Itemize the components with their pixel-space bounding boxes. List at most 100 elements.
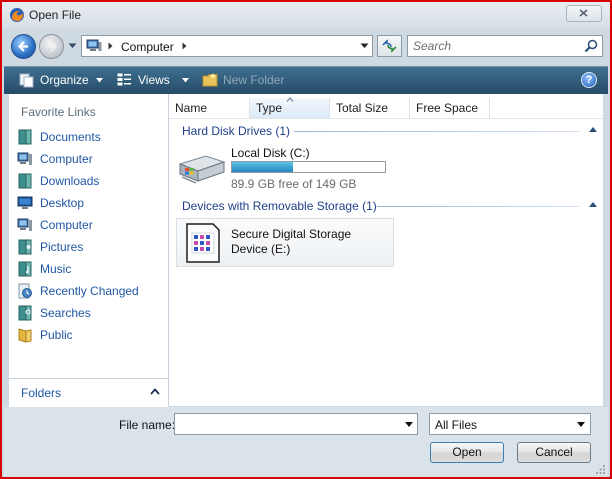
refresh-button[interactable] <box>377 35 402 57</box>
column-header-free-space[interactable]: Free Space <box>410 98 490 118</box>
sidebar-item-computer[interactable]: Computer <box>16 149 166 169</box>
column-header-name[interactable]: Name <box>169 98 250 118</box>
searches-icon <box>18 305 32 321</box>
navigation-pane: Favorite Links Documents Computer Downlo… <box>9 94 169 407</box>
arrow-left-icon <box>17 41 28 52</box>
views-label: Views <box>138 73 170 87</box>
sidebar-item-label: Searches <box>40 306 91 320</box>
group-header-hard-disks[interactable]: Hard Disk Drives (1) <box>169 122 603 140</box>
drive-usage-fill <box>232 162 294 172</box>
file-type-value: All Files <box>435 418 478 432</box>
column-header-type[interactable]: Type <box>250 97 330 118</box>
resize-grip-icon[interactable] <box>596 465 606 475</box>
firefox-icon <box>10 8 24 22</box>
chevron-right-icon[interactable] <box>182 42 187 50</box>
file-type-filter[interactable]: All Files <box>429 413 591 435</box>
favorite-links-title: Favorite Links <box>21 105 96 119</box>
group-title: Hard Disk Drives (1) <box>182 124 291 138</box>
sidebar-item-searches[interactable]: Searches <box>16 303 166 323</box>
hard-drive-icon <box>178 155 226 184</box>
open-file-dialog: Open File Computer Search Organize Views… <box>0 0 612 479</box>
group-title: Devices with Removable Storage (1) <box>182 199 377 213</box>
new-folder-label: New Folder <box>223 73 285 87</box>
close-icon <box>579 9 588 17</box>
public-folder-icon <box>18 328 32 343</box>
computer-icon <box>86 39 102 51</box>
refresh-icon <box>382 39 397 53</box>
sidebar-item-label: Documents <box>40 130 101 144</box>
address-bar[interactable]: Computer <box>81 35 373 57</box>
chevron-up-icon <box>589 127 597 132</box>
sidebar-item-documents[interactable]: Documents <box>16 127 166 147</box>
recently-changed-icon <box>18 283 32 299</box>
chevron-down-icon <box>577 422 585 427</box>
arrow-right-icon <box>47 41 58 52</box>
chevron-up-icon <box>589 202 597 207</box>
sidebar-item-public[interactable]: Public <box>16 325 166 345</box>
drive-local-disk-c[interactable]: Local Disk (C:) 89.9 GB free of 149 GB <box>176 144 396 194</box>
search-box <box>407 35 603 57</box>
breadcrumb-computer[interactable]: Computer <box>121 40 174 54</box>
file-list: Name Type Total Size Free Space Hard Dis… <box>169 94 603 406</box>
new-folder-button[interactable]: New Folder <box>200 67 300 94</box>
organize-icon <box>19 73 34 88</box>
sidebar-item-desktop[interactable]: Desktop <box>16 193 166 213</box>
folders-label: Folders <box>21 386 62 400</box>
back-button[interactable] <box>11 34 36 59</box>
file-name-combobox <box>174 413 418 435</box>
open-button[interactable]: Open <box>430 442 504 463</box>
sidebar-item-label: Computer <box>40 152 93 166</box>
chevron-right-icon[interactable] <box>108 42 113 50</box>
close-button[interactable] <box>566 5 602 22</box>
cancel-button[interactable]: Cancel <box>517 442 591 463</box>
sidebar-item-label: Recently Changed <box>40 284 139 298</box>
column-header-row: Name Type Total Size Free Space <box>169 97 603 119</box>
sidebar-item-downloads[interactable]: Downloads <box>16 171 166 191</box>
group-divider <box>377 206 579 207</box>
column-type-label: Type <box>256 101 283 115</box>
chevron-down-icon <box>96 78 103 83</box>
drive-usage-bar <box>231 161 386 173</box>
downloads-icon <box>18 173 32 189</box>
sidebar-item-label: Downloads <box>40 174 100 188</box>
views-button[interactable]: Views <box>114 67 194 94</box>
help-icon: ? <box>585 74 593 86</box>
column-total-size-label: Total Size <box>336 101 389 115</box>
search-input[interactable] <box>408 36 583 56</box>
column-header-total-size[interactable]: Total Size <box>330 98 410 118</box>
sidebar-item-music[interactable]: Music <box>16 259 166 279</box>
desktop-icon <box>17 196 33 209</box>
sidebar-item-computer-2[interactable]: Computer <box>16 215 166 235</box>
sidebar-item-pictures[interactable]: Pictures <box>16 237 166 257</box>
folders-toggle[interactable]: Folders <box>9 378 168 407</box>
group-header-removable[interactable]: Devices with Removable Storage (1) <box>169 197 603 215</box>
sidebar-item-label: Desktop <box>40 196 85 210</box>
drive-name: Local Disk (C:) <box>231 146 310 160</box>
chevron-down-icon <box>182 78 189 83</box>
drive-free-space: 89.9 GB free of 149 GB <box>231 177 357 191</box>
chevron-up-icon <box>150 388 160 395</box>
sidebar-item-label: Public <box>40 328 73 342</box>
sidebar-item-label: Pictures <box>40 240 84 254</box>
chevron-down-icon[interactable] <box>405 422 413 427</box>
group-divider <box>294 131 579 132</box>
search-icon[interactable] <box>584 39 598 53</box>
help-button[interactable]: ? <box>581 72 597 88</box>
title-bar[interactable]: Open File <box>2 2 610 28</box>
device-secure-digital-e[interactable]: Secure Digital Storage Device (E:) <box>176 218 394 267</box>
new-folder-icon <box>202 73 218 87</box>
views-icon <box>117 73 131 86</box>
computer-icon <box>17 218 32 231</box>
history-dropdown-icon[interactable] <box>68 43 77 49</box>
organize-button[interactable]: Organize <box>16 67 106 94</box>
forward-button[interactable] <box>39 34 64 59</box>
chevron-down-icon[interactable] <box>360 43 369 49</box>
sidebar-item-recently-changed[interactable]: Recently Changed <box>16 281 166 301</box>
computer-icon <box>17 152 32 165</box>
file-name-input[interactable] <box>175 414 403 434</box>
sd-card-icon <box>186 223 220 263</box>
address-row: Computer <box>2 28 610 64</box>
organize-label: Organize <box>40 73 89 87</box>
command-bar: Organize Views New Folder ? <box>4 66 608 94</box>
sidebar-item-label: Music <box>40 262 72 276</box>
